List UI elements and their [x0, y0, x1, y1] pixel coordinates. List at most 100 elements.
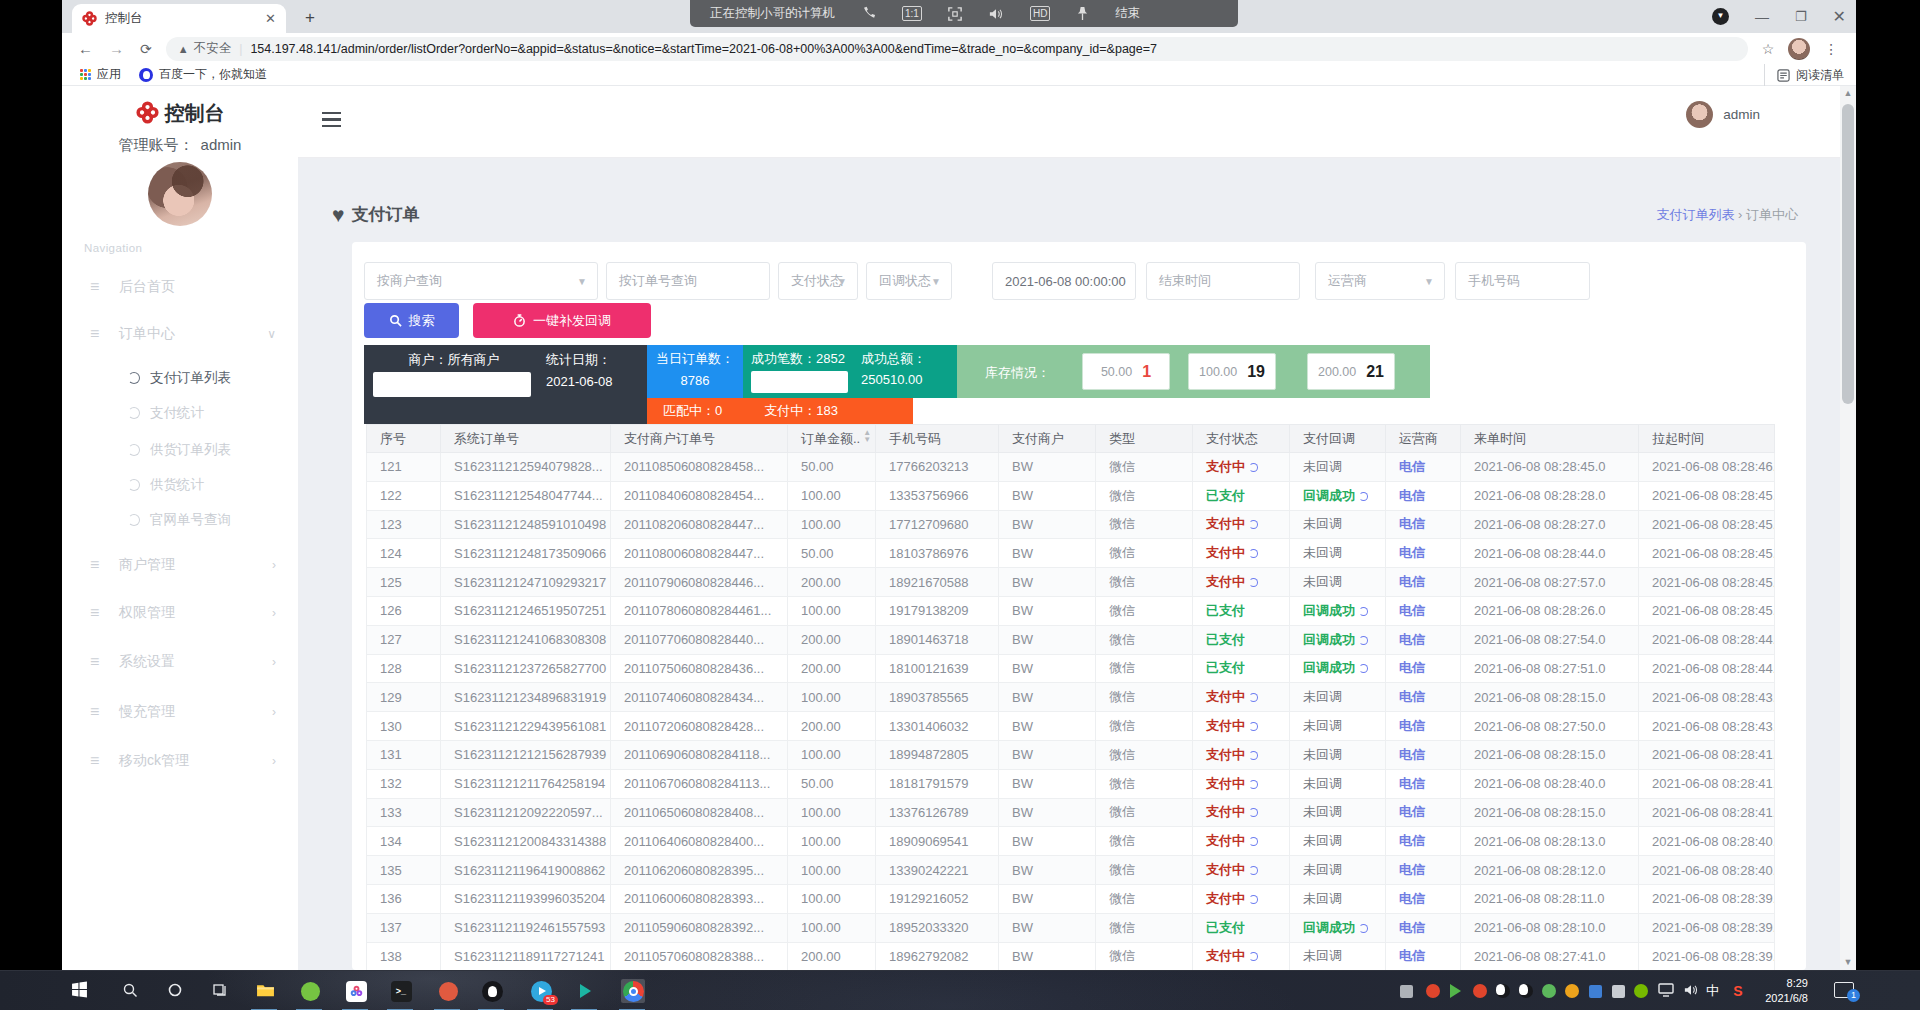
telegram-icon[interactable]: 53	[529, 979, 553, 1003]
sidebar-item-1[interactable]: ≡后台首页	[62, 274, 298, 300]
tray-gold-icon[interactable]	[1564, 983, 1580, 999]
qq-icon[interactable]	[480, 979, 504, 1003]
tencent-video-icon[interactable]	[573, 979, 597, 1003]
browser-profile-avatar[interactable]	[1788, 38, 1810, 60]
tab-close-icon[interactable]: ✕	[265, 11, 276, 26]
cortana-icon[interactable]	[163, 979, 187, 1003]
bookmark-baidu[interactable]: 百度一下，你就知道	[139, 66, 267, 83]
filter-input-8[interactable]: 手机号码	[1455, 262, 1590, 300]
header-user[interactable]: admin	[1686, 101, 1760, 128]
table-row-135: 135S162311211964190088622011062060808283…	[367, 856, 1775, 885]
pin-icon[interactable]	[1076, 6, 1089, 21]
cell-merchant-order-no: 201106206080828395...	[611, 856, 788, 885]
tray-qq1-icon[interactable]	[1495, 983, 1511, 999]
page-scrollbar[interactable]: ▲ ▼	[1840, 86, 1856, 970]
minimize-button[interactable]: —	[1755, 9, 1769, 25]
fullscreen-icon[interactable]	[948, 7, 962, 21]
sidebar-item-5[interactable]: 供货订单列表	[62, 437, 298, 463]
search-button[interactable]: 搜索	[364, 303, 459, 338]
forward-icon[interactable]: →	[109, 40, 124, 57]
scrollbar-thumb[interactable]	[1842, 104, 1854, 404]
apps-shortcut[interactable]: 应用	[80, 66, 121, 83]
reading-list-button[interactable]: 阅读清单	[1764, 64, 1844, 86]
filter-input-5[interactable]: 2021-06-08 00:00:00	[992, 262, 1136, 300]
cell-merchant: BW	[999, 654, 1096, 683]
tray-play-icon[interactable]	[1449, 983, 1465, 999]
table-row-125: 125S162311212471092932172011079060808284…	[367, 568, 1775, 597]
tray-monitor-icon[interactable]	[1658, 983, 1674, 999]
tray-volume-icon[interactable]	[1683, 983, 1699, 999]
filter-select-3[interactable]: 支付状态▼	[778, 262, 858, 300]
new-tab-button[interactable]: +	[305, 8, 315, 28]
start-button[interactable]	[67, 979, 91, 1003]
tray-360-icon[interactable]	[1541, 983, 1557, 999]
tray-red2-icon[interactable]	[1472, 983, 1488, 999]
merchant-input[interactable]	[373, 372, 531, 397]
tray-nvidia-icon[interactable]	[1633, 983, 1649, 999]
cell-carrier: 电信	[1386, 827, 1461, 856]
sidebar-item-4[interactable]: 支付统计	[62, 400, 298, 426]
cell-carrier: 电信	[1386, 654, 1461, 683]
user-avatar[interactable]	[148, 162, 212, 226]
app-logo[interactable]: 控制台	[62, 100, 298, 127]
browser-menu-icon[interactable]: ⋮	[1824, 41, 1838, 57]
back-icon[interactable]: ←	[78, 40, 93, 57]
filter-select-4[interactable]: 回调状态▼	[866, 262, 952, 300]
filter-select-7[interactable]: 运营商▼	[1315, 262, 1445, 300]
search-icon[interactable]	[118, 979, 142, 1003]
volume-icon[interactable]	[988, 7, 1004, 21]
sidebar-toggle-icon[interactable]	[322, 112, 341, 127]
sogou-icon[interactable]: S	[1730, 983, 1746, 999]
notification-center-icon[interactable]: 1	[1834, 982, 1854, 998]
end-control-button[interactable]: 结束	[1115, 5, 1140, 22]
reload-icon[interactable]: ⟳	[140, 41, 152, 57]
app-360-icon[interactable]	[298, 979, 322, 1003]
bookmark-star-icon[interactable]: ☆	[1762, 41, 1775, 57]
col-header-4[interactable]: 订单金额..▲▼	[788, 425, 876, 453]
recording-indicator[interactable]: ▼	[1712, 8, 1729, 25]
tray-blue-icon[interactable]	[1587, 983, 1603, 999]
maximize-button[interactable]: ❐	[1795, 9, 1807, 24]
scale-1-1-button[interactable]: 1:1	[902, 6, 922, 21]
filter-input-6[interactable]: 结束时间	[1146, 262, 1300, 300]
ime-indicator[interactable]: 中	[1706, 982, 1719, 1000]
sidebar-item-7[interactable]: 官网单号查询	[62, 507, 298, 533]
tray-qq2-icon[interactable]	[1518, 983, 1534, 999]
sidebar-item-3[interactable]: 支付订单列表	[62, 365, 298, 391]
sidebar-item-12[interactable]: ≡移动ck管理›	[62, 748, 298, 774]
cell-callback: 未回调	[1290, 453, 1386, 482]
resend-callback-button[interactable]: 一键补发回调	[473, 303, 651, 338]
task-view-icon[interactable]	[208, 979, 232, 1003]
chrome-icon[interactable]	[621, 979, 645, 1003]
sidebar-item-2[interactable]: ≡订单中心∨	[62, 321, 298, 347]
stat-matching-value: 0	[715, 403, 722, 418]
sidebar-item-8[interactable]: ≡商户管理›	[62, 552, 298, 578]
scroll-down-icon[interactable]: ▼	[1840, 955, 1856, 970]
cell-pay-status: 已支付	[1193, 625, 1290, 654]
sidebar-item-label: 权限管理	[119, 604, 175, 622]
url-input[interactable]: ▲ 不安全 | 154.197.48.141/admin/order/listO…	[166, 37, 1748, 61]
explorer-icon[interactable]	[253, 979, 277, 1003]
browser-tab[interactable]: 控制台 ✕	[72, 4, 286, 33]
sidebar-item-9[interactable]: ≡权限管理›	[62, 600, 298, 626]
taskbar-clock[interactable]: 8:29 2021/6/8	[1765, 976, 1808, 1006]
tray-red-badge-icon[interactable]	[1425, 983, 1441, 999]
success-input[interactable]	[751, 371, 848, 393]
cell-order-time: 2021-06-08 08:28:15.0	[1461, 683, 1639, 712]
filter-input-2[interactable]: 按订单号查询	[606, 262, 770, 300]
phone-icon[interactable]	[861, 6, 876, 21]
tray-cam-icon[interactable]	[1610, 983, 1626, 999]
scroll-up-icon[interactable]: ▲	[1840, 86, 1856, 101]
terminal-icon[interactable]: >_	[389, 979, 413, 1003]
breadcrumb-link[interactable]: 支付订单列表	[1656, 207, 1734, 222]
hd-button[interactable]: HD	[1030, 6, 1050, 21]
sidebar-item-11[interactable]: ≡慢充管理›	[62, 699, 298, 725]
todesk-icon[interactable]	[344, 979, 368, 1003]
tray-window-icon[interactable]	[1398, 983, 1414, 999]
sidebar-item-6[interactable]: 供货统计	[62, 472, 298, 498]
chevron-icon: ›	[272, 606, 276, 620]
sidebar-item-10[interactable]: ≡系统设置›	[62, 649, 298, 675]
filter-select-1[interactable]: 按商户查询▼	[364, 262, 598, 300]
close-button[interactable]: ✕	[1833, 7, 1846, 26]
foxmail-icon[interactable]	[436, 979, 460, 1003]
